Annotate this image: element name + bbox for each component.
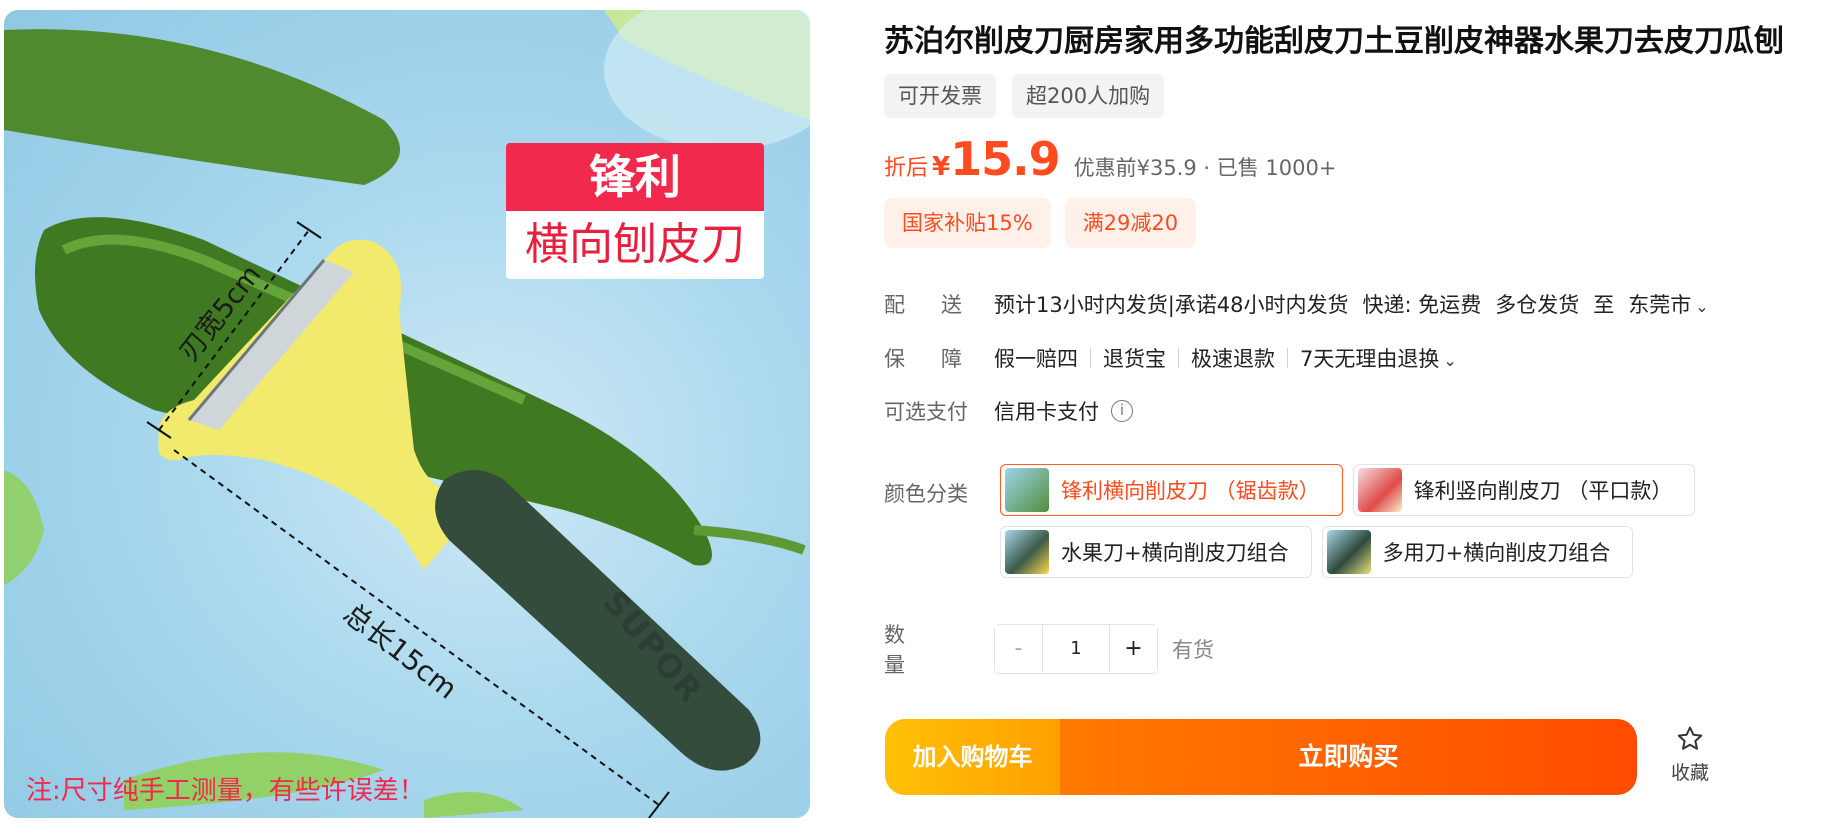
guarantee-row: 保障 假一赔四 退货宝 极速退款 7天无理由退换 ⌄	[884, 343, 1457, 373]
option-thumbnail	[1005, 468, 1049, 512]
destination-city: 东莞市	[1628, 293, 1692, 317]
guarantee-fast-refund[interactable]: 极速退款	[1191, 343, 1275, 373]
delivery-time: 预计13小时内发货|承诺48小时内发货	[994, 293, 1349, 317]
price-prefix: 折后	[884, 156, 929, 181]
quantity-increase-button[interactable]: +	[1109, 625, 1157, 672]
payment-method: 信用卡支付	[994, 400, 1099, 424]
badge-top-text: 锋利	[506, 143, 764, 211]
favorite-label: 收藏	[1670, 762, 1709, 784]
feature-badge: 锋利 横向刨皮刀	[506, 143, 764, 279]
delivery-row: 配送 预计13小时内发货|承诺48小时内发货 快递: 免运费 多仓发货 至 东莞…	[884, 289, 1709, 319]
payment-row: 可选支付 信用卡支付 i	[884, 396, 1133, 426]
quantity-label: 数量	[884, 623, 941, 677]
product-title: 苏泊尔削皮刀厨房家用多功能刮皮刀土豆削皮神器水果刀去皮刀瓜刨	[884, 24, 1784, 59]
divider	[1178, 348, 1179, 368]
favorite-button[interactable]: 收藏	[1665, 724, 1715, 785]
destination-selector[interactable]: 东莞市 ⌄	[1628, 289, 1708, 319]
guarantee-7day-label: 7天无理由退换	[1300, 347, 1440, 371]
price-meta: 优惠前¥35.9 · 已售 1000+	[1073, 156, 1337, 180]
chevron-down-icon: ⌄	[1443, 351, 1457, 370]
price-row: 折后 ¥ 15.9 优惠前¥35.9 · 已售 1000+	[884, 132, 1336, 186]
payment-label: 可选支付	[884, 400, 968, 424]
invoice-tag: 可开发票	[884, 74, 996, 118]
option-thumbnail	[1005, 530, 1049, 574]
option-label: 锋利横向削皮刀 （锯齿款）	[1061, 479, 1320, 503]
promo-discount[interactable]: 满29减20	[1064, 198, 1197, 248]
guarantee-return-insurance[interactable]: 退货宝	[1103, 343, 1166, 373]
divider	[1287, 348, 1288, 368]
star-icon	[1677, 726, 1703, 750]
currency-symbol: ¥	[932, 152, 951, 182]
badge-bottom-text: 横向刨皮刀	[506, 211, 764, 279]
tag-row: 可开发票 超200人加购	[884, 74, 1165, 118]
divider	[1090, 348, 1091, 368]
price-value: 15.9	[950, 132, 1060, 186]
purchase-bar: 加入购物车 立即购买	[885, 719, 1637, 795]
color-option-vertical-flat[interactable]: 锋利竖向削皮刀 （平口款）	[1352, 464, 1696, 516]
color-option-horizontal-serrated[interactable]: 锋利横向削皮刀 （锯齿款）	[1000, 464, 1343, 516]
chevron-down-icon: ⌄	[1695, 297, 1709, 316]
option-thumbnail	[1357, 468, 1402, 512]
color-options: 锋利横向削皮刀 （锯齿款） 锋利竖向削皮刀 （平口款） 水果刀+横向削皮刀组合 …	[1000, 464, 1720, 578]
option-label: 锋利竖向削皮刀 （平口款）	[1413, 479, 1673, 503]
guarantee-7day-return[interactable]: 7天无理由退换 ⌄	[1300, 343, 1457, 373]
option-thumbnail	[1326, 530, 1371, 574]
cart-count-tag: 超200人加购	[1012, 74, 1165, 118]
shipping-fee: 快递: 免运费	[1362, 293, 1482, 317]
color-option-utility-knife-combo[interactable]: 多用刀+横向削皮刀组合	[1321, 526, 1634, 578]
buy-now-button[interactable]: 立即购买	[1060, 719, 1637, 795]
multi-warehouse: 多仓发货	[1495, 293, 1580, 317]
stock-status: 有货	[1172, 638, 1214, 662]
quantity-stepper: - +	[994, 624, 1158, 674]
destination-prefix: 至	[1593, 293, 1615, 317]
option-label: 多用刀+横向削皮刀组合	[1382, 541, 1611, 565]
promo-subsidy[interactable]: 国家补贴15%	[884, 198, 1051, 248]
promo-row: 国家补贴15% 满29减20	[884, 198, 1197, 248]
info-icon[interactable]: i	[1111, 400, 1133, 422]
color-option-fruit-knife-combo[interactable]: 水果刀+横向削皮刀组合	[1000, 526, 1312, 578]
add-to-cart-button[interactable]: 加入购物车	[885, 719, 1060, 795]
delivery-label: 配送	[884, 293, 998, 317]
quantity-decrease-button[interactable]: -	[995, 625, 1043, 672]
product-image[interactable]: 锋利 横向刨皮刀 刃宽5cm 总长15cm SUPOR 注:尺寸纯手工测量，有些…	[4, 10, 810, 818]
guarantee-label: 保障	[884, 347, 998, 371]
quantity-input[interactable]	[1043, 625, 1109, 672]
color-label: 颜色分类	[884, 482, 968, 506]
measurement-note: 注:尺寸纯手工测量，有些许误差！	[26, 776, 425, 806]
option-label: 水果刀+横向削皮刀组合	[1061, 541, 1289, 565]
quantity-row: 数量 - + 有货	[884, 619, 1214, 679]
guarantee-fake-compensation[interactable]: 假一赔四	[994, 343, 1078, 373]
